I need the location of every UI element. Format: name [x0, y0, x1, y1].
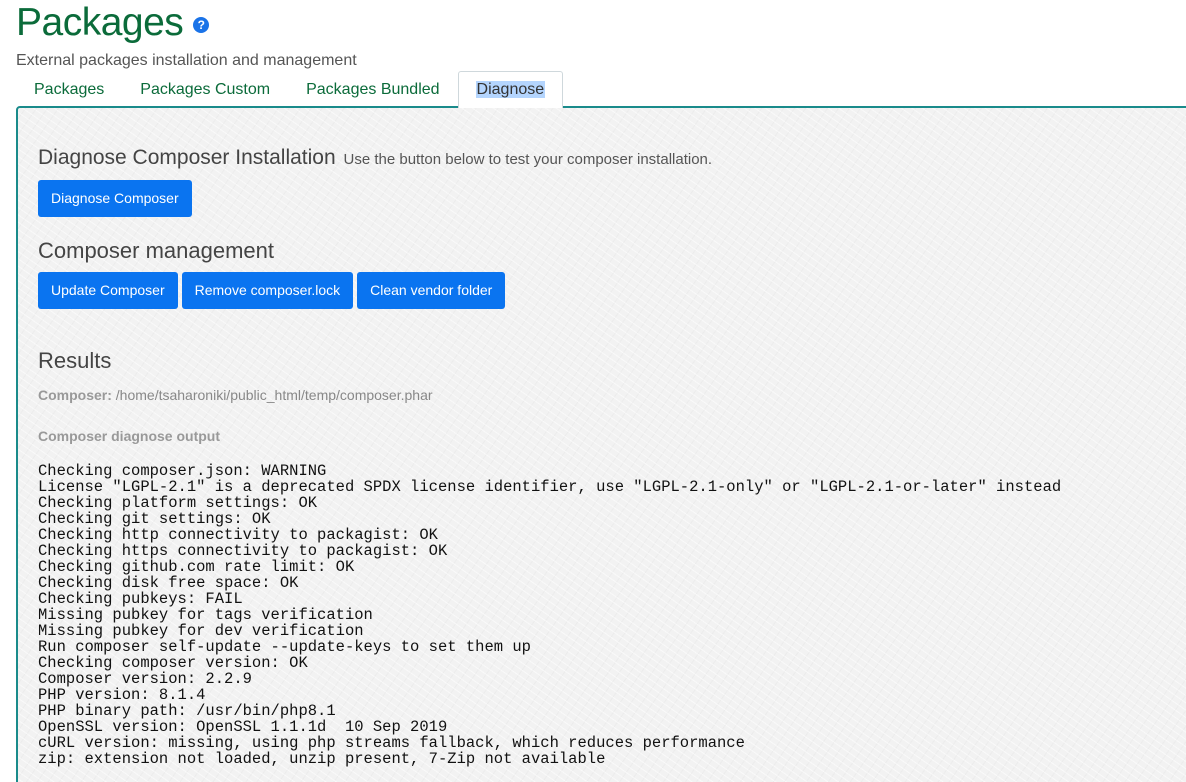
diagnose-button-row: Diagnose Composer — [38, 180, 192, 217]
clean-vendor-folder-button[interactable]: Clean vendor folder — [357, 272, 506, 309]
output-line: Checking github.com rate limit: OK — [38, 558, 355, 576]
output-line: Checking platform settings: OK — [38, 494, 318, 512]
page-title: Packages — [16, 1, 184, 44]
output-line: Run composer self-update --update-keys t… — [38, 638, 531, 656]
output-line: Missing pubkey for tags verification — [38, 606, 373, 624]
update-composer-button[interactable]: Update Composer — [38, 272, 178, 309]
output-line: PHP binary path: /usr/bin/php8.1 — [38, 702, 336, 720]
diagnose-composer-button[interactable]: Diagnose Composer — [38, 180, 192, 217]
tab-bar: Packages Packages Custom Packages Bundle… — [16, 71, 564, 108]
diagnose-description: Use the button below to test your compos… — [343, 151, 713, 168]
output-line: Checking disk free space: OK — [38, 574, 299, 592]
output-line: Checking pubkeys: FAIL — [38, 590, 243, 608]
diagnose-panel: Diagnose Composer Installation Use the b… — [16, 106, 1186, 782]
page: Packages ? External packages installatio… — [0, 0, 1186, 782]
title-row: Packages ? — [16, 0, 210, 46]
tab-diagnose[interactable]: Diagnose — [457, 71, 564, 108]
output-line: Missing pubkey for dev verification — [38, 622, 364, 640]
tab-packages[interactable]: Packages — [16, 71, 122, 106]
output-line: cURL version: missing, using php streams… — [38, 734, 745, 752]
composer-path-line: Composer: /home/tsaharoniki/public_html/… — [38, 387, 433, 403]
diagnose-output: Checking composer.json: WARNING License "… — [38, 463, 1061, 767]
tab-packages-bundled[interactable]: Packages Bundled — [288, 71, 457, 106]
output-line: Checking https connectivity to packagist… — [38, 542, 448, 560]
diagnose-output-label: Composer diagnose output — [38, 428, 220, 444]
output-line: Checking http connectivity to packagist:… — [38, 526, 438, 544]
output-line: Checking git settings: OK — [38, 510, 271, 528]
remove-composer-lock-button[interactable]: Remove composer.lock — [181, 272, 354, 309]
composer-path-value: /home/tsaharoniki/public_html/temp/compo… — [115, 387, 433, 403]
tab-diagnose-label: Diagnose — [475, 81, 546, 98]
diagnose-section-heading: Diagnose Composer Installation Use the b… — [38, 146, 712, 170]
output-line: zip: extension not loaded, unzip present… — [38, 750, 606, 768]
output-line: OpenSSL version: OpenSSL 1.1.1d 10 Sep 2… — [38, 718, 448, 736]
output-line: Checking composer version: OK — [38, 654, 308, 672]
composer-path-label: Composer: — [38, 387, 112, 403]
output-line: Composer version: 2.2.9 — [38, 670, 252, 688]
management-button-row: Update Composer Remove composer.lock Cle… — [38, 272, 506, 309]
results-heading: Results — [38, 348, 112, 373]
output-line: License "LGPL-2.1" is a deprecated SPDX … — [38, 478, 1062, 496]
help-icon[interactable]: ? — [193, 17, 210, 33]
output-line: PHP version: 8.1.4 — [38, 686, 206, 704]
management-heading: Composer management — [38, 238, 275, 263]
output-line: Checking composer.json: WARNING — [38, 462, 327, 480]
tab-packages-custom[interactable]: Packages Custom — [122, 71, 288, 106]
diagnose-heading: Diagnose Composer Installation — [38, 146, 336, 169]
page-subtitle: External packages installation and manag… — [16, 52, 357, 69]
